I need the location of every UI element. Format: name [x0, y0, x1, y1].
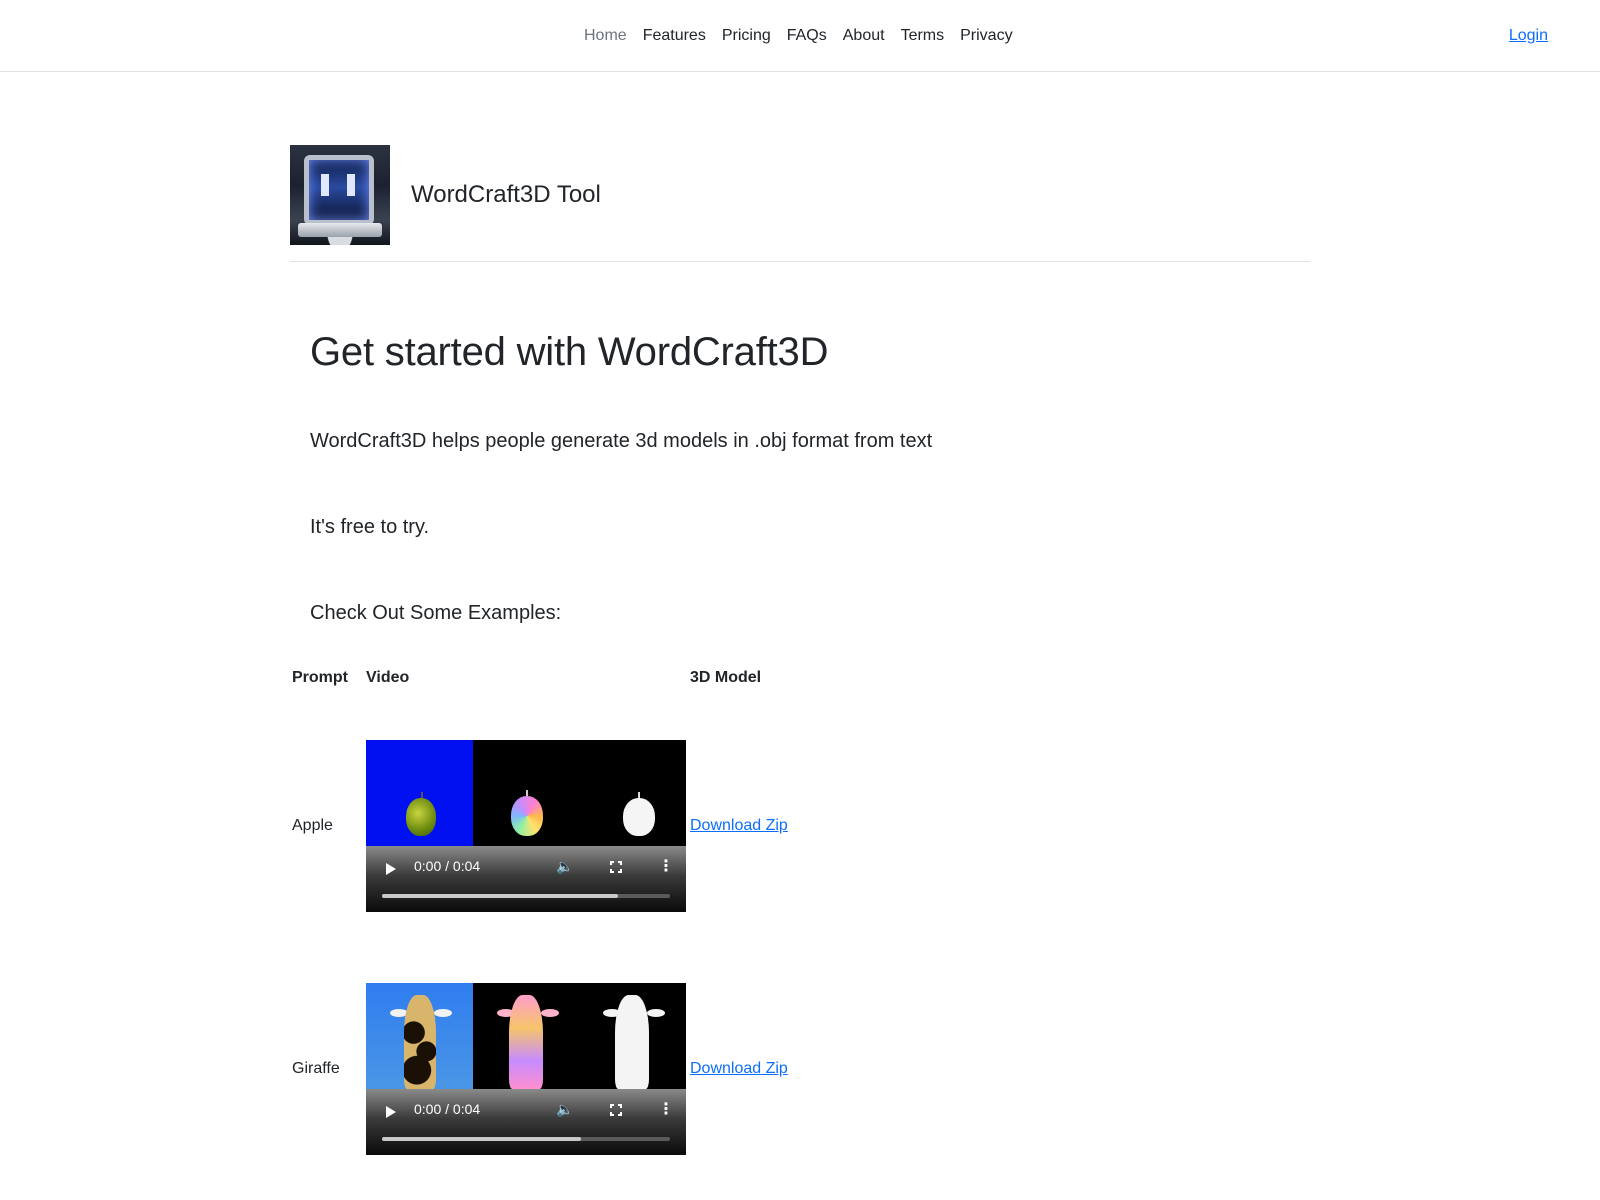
nav-link-terms[interactable]: Terms [893, 0, 953, 72]
fullscreen-icon[interactable] [610, 861, 622, 873]
download-zip-link[interactable]: Download Zip [690, 817, 788, 834]
main-nav: Home Features Pricing FAQs About Terms P… [576, 0, 1021, 72]
top-navbar: Home Features Pricing FAQs About Terms P… [0, 0, 1600, 72]
volume-icon[interactable]: 🔈 [556, 858, 573, 875]
apple-normal-render [511, 796, 543, 836]
play-icon[interactable] [386, 1106, 396, 1118]
video-player-apple[interactable]: 0:00 / 0:04 🔈 ⋮ [366, 740, 686, 912]
nav-link-home[interactable]: Home [576, 0, 635, 72]
table-header-row: Prompt Video 3D Model [290, 660, 790, 696]
video-progress-fill [382, 1137, 581, 1141]
examples-table: Prompt Video 3D Model Apple 0:00 / 0:04 [290, 660, 790, 1155]
more-options-icon[interactable]: ⋮ [658, 856, 674, 876]
nav-link-pricing[interactable]: Pricing [714, 0, 779, 72]
play-icon[interactable] [386, 863, 396, 875]
prompt-cell: Giraffe [292, 1060, 340, 1077]
page-title: Get started with WordCraft3D [310, 330, 829, 374]
more-options-icon[interactable]: ⋮ [658, 1099, 674, 1119]
printer-base-graphic [298, 223, 382, 237]
table-row: Giraffe 0:00 / 0:04 🔈 ⋮ Download Zip [290, 983, 790, 1155]
column-header-3d-model: 3D Model [690, 669, 762, 686]
giraffe-photo-render [404, 995, 436, 1089]
free-note: It's free to try. [310, 516, 430, 538]
nav-link-faqs[interactable]: FAQs [779, 0, 835, 72]
examples-heading: Check Out Some Examples: [310, 602, 562, 624]
video-time: 0:00 / 0:04 [414, 1101, 481, 1117]
hero-description: WordCraft3D helps people generate 3d mod… [310, 430, 933, 452]
video-frame [366, 740, 686, 846]
printer-frame-graphic [304, 155, 374, 225]
table-row: Apple 0:00 / 0:04 🔈 ⋮ Download Zip [290, 740, 790, 912]
download-zip-link[interactable]: Download Zip [690, 1060, 788, 1077]
brand-name[interactable]: WordCraft3D Tool [411, 181, 601, 209]
video-controls: 0:00 / 0:04 🔈 ⋮ [366, 846, 686, 912]
giraffe-normal-render [509, 995, 543, 1089]
login-link[interactable]: Login [1509, 0, 1548, 72]
fullscreen-icon[interactable] [610, 1104, 622, 1116]
prompt-cell: Apple [292, 817, 333, 834]
video-controls: 0:00 / 0:04 🔈 ⋮ [366, 1089, 686, 1155]
brand-logo-image[interactable] [290, 145, 390, 245]
video-progress-slider[interactable] [382, 894, 670, 898]
video-time: 0:00 / 0:04 [414, 858, 481, 874]
nav-link-about[interactable]: About [835, 0, 893, 72]
column-header-prompt: Prompt [292, 669, 348, 686]
volume-icon[interactable]: 🔈 [556, 1101, 573, 1118]
video-progress-slider[interactable] [382, 1137, 670, 1141]
video-player-giraffe[interactable]: 0:00 / 0:04 🔈 ⋮ [366, 983, 686, 1155]
column-header-video: Video [366, 669, 410, 686]
nav-link-privacy[interactable]: Privacy [952, 0, 1020, 72]
giraffe-mask-render [615, 995, 649, 1089]
brand-header: WordCraft3D Tool [290, 145, 1310, 262]
video-frame [366, 983, 686, 1089]
video-progress-fill [382, 894, 619, 898]
nav-link-features[interactable]: Features [635, 0, 714, 72]
apple-photo-render [406, 798, 436, 836]
apple-mask-render [623, 798, 655, 836]
